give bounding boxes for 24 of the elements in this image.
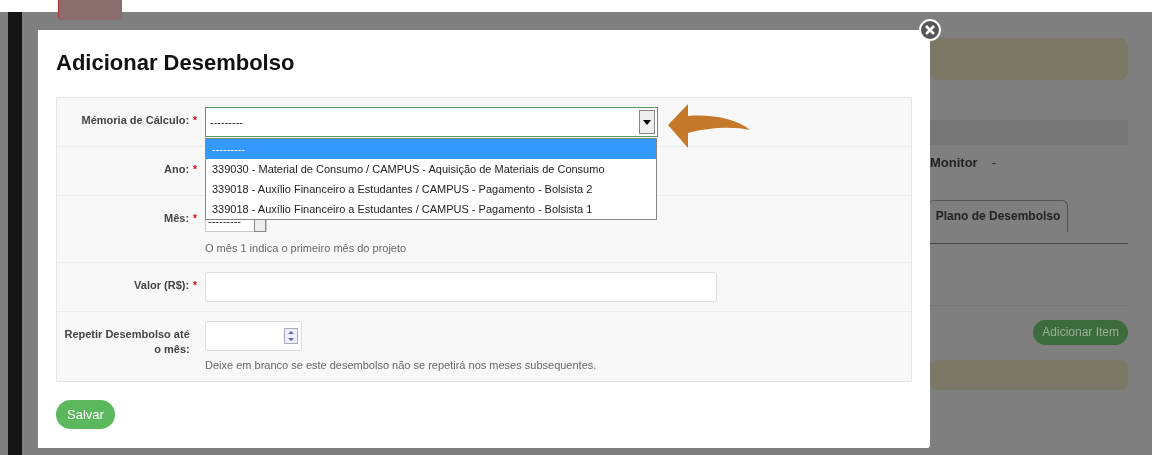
status-badge bbox=[58, 0, 122, 20]
required-mark: * bbox=[193, 279, 197, 293]
modal-title: Adicionar Desembolso bbox=[56, 49, 296, 77]
monitor-label: Monitor bbox=[930, 154, 978, 172]
help-text: Deixe em branco se este desembolso não se repetirá nos meses subsequentes. bbox=[205, 358, 597, 373]
number-field[interactable] bbox=[205, 321, 302, 351]
field-label: Mês: bbox=[164, 211, 190, 226]
help-text: O mês 1 indica o primeiro mês do projeto bbox=[205, 241, 407, 256]
input-field[interactable] bbox=[205, 272, 717, 302]
caret-icon bbox=[643, 119, 651, 125]
required-mark: * bbox=[193, 163, 197, 177]
field-label: Repetir Desembolso até o mês: bbox=[63, 327, 190, 357]
spinner-icon[interactable] bbox=[284, 328, 298, 344]
required-mark: * bbox=[193, 114, 197, 128]
arrow-icon bbox=[667, 103, 751, 149]
monitor-value: - bbox=[991, 154, 996, 172]
dropdown-button[interactable] bbox=[639, 110, 655, 134]
dropdown-option[interactable]: 339018 - Auxílio Financeiro a Estudantes / CAMPUS - Pagamento - Bolsista 2 bbox=[206, 179, 656, 199]
field-label: Valor (R$): bbox=[134, 278, 190, 293]
field-label: Ano: bbox=[164, 162, 190, 177]
field-label: Mémoria de Cálculo: bbox=[81, 113, 190, 128]
required-mark: * bbox=[193, 212, 197, 226]
select-field[interactable]: --------- bbox=[205, 107, 658, 137]
dropdown-option[interactable]: 339030 - Material de Consumo / CAMPUS - Aquisição de Materiais de Consumo bbox=[206, 159, 656, 179]
